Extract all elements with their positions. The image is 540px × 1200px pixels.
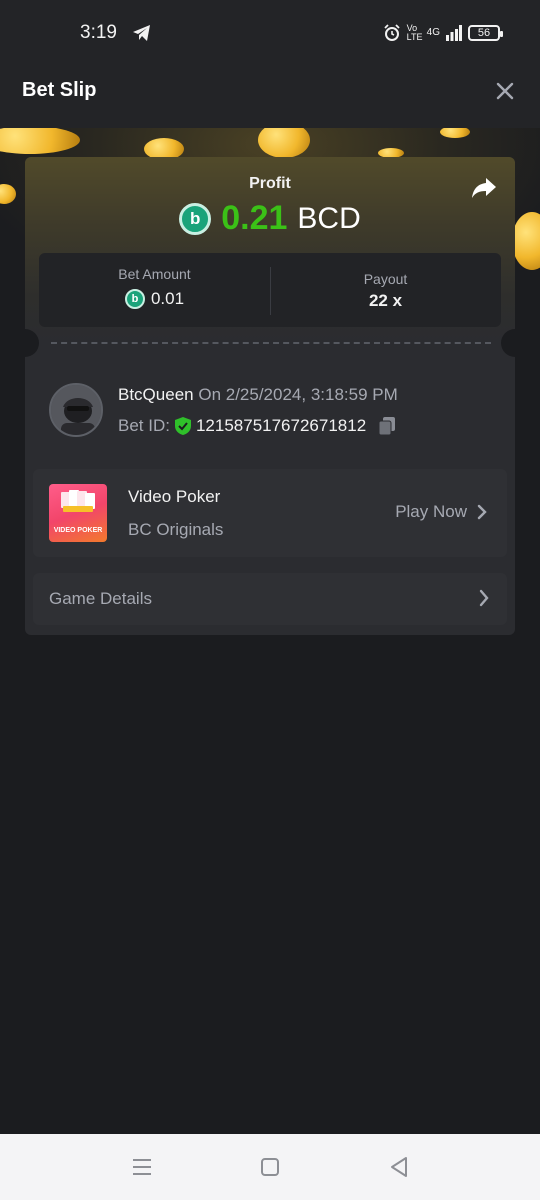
thumb-text: VIDEO POKER bbox=[53, 527, 103, 534]
status-bar: 3:19 Vo LTE 4G 56 bbox=[0, 0, 540, 54]
profit-value: 0.21 bbox=[221, 199, 288, 237]
status-icons: Vo LTE 4G 56 bbox=[383, 23, 503, 42]
username[interactable]: BtcQueen bbox=[118, 385, 194, 404]
coin-decoration bbox=[0, 128, 80, 154]
battery-level: 56 bbox=[477, 27, 491, 39]
game-details-row[interactable]: Game Details bbox=[33, 573, 507, 625]
bet-id-value: 121587517672671812 bbox=[195, 416, 367, 435]
copy-icon[interactable] bbox=[378, 416, 396, 436]
bet-amount-value: 0.01 bbox=[150, 289, 185, 308]
bet-amount-label: Bet Amount bbox=[118, 266, 191, 282]
system-nav-bar bbox=[0, 1134, 540, 1200]
verified-shield-icon bbox=[174, 417, 191, 435]
alarm-icon bbox=[384, 24, 400, 41]
bcd-coin-icon: b bbox=[124, 289, 145, 309]
bet-info: BtcQueen On 2/25/2024, 3:18:59 PM Bet ID… bbox=[49, 383, 499, 439]
bcd-coin-icon: b bbox=[179, 202, 212, 235]
payout-stat: Payout 22 x bbox=[270, 253, 501, 327]
coin-decoration bbox=[512, 212, 540, 270]
user-line: BtcQueen On 2/25/2024, 3:18:59 PM bbox=[118, 385, 398, 405]
cards-graphic bbox=[61, 490, 95, 512]
game-provider: BC Originals bbox=[128, 520, 224, 539]
bet-id-label: Bet ID: bbox=[118, 416, 170, 435]
volte-icon: Vo LTE bbox=[406, 23, 423, 42]
network-label: 4G bbox=[426, 27, 440, 38]
header: Bet Slip bbox=[0, 54, 540, 128]
payout-value: 22 x bbox=[368, 291, 403, 310]
game-name: Video Poker bbox=[128, 487, 221, 506]
avatar-image bbox=[51, 385, 101, 435]
stats-box: Bet Amount b 0.01 Payout 22 x bbox=[39, 253, 501, 327]
coin-decoration bbox=[258, 128, 310, 158]
game-row[interactable]: VIDEO POKER Video Poker BC Originals Pla… bbox=[33, 469, 507, 557]
battery-icon: 56 bbox=[468, 25, 503, 41]
bet-id-line: Bet ID: 121587517672671812 bbox=[118, 416, 396, 436]
telegram-icon bbox=[133, 25, 150, 41]
avatar[interactable] bbox=[49, 383, 103, 437]
bet-amount-stat: Bet Amount b 0.01 bbox=[39, 253, 270, 327]
back-icon[interactable] bbox=[386, 1154, 412, 1180]
signal-icon bbox=[446, 25, 462, 41]
bet-date: On 2/25/2024, 3:18:59 PM bbox=[198, 385, 398, 404]
chevron-right-icon bbox=[477, 504, 487, 520]
video-poker-thumbnail: VIDEO POKER bbox=[49, 484, 107, 542]
play-now-button[interactable]: Play Now bbox=[395, 502, 487, 522]
profit-currency: BCD bbox=[297, 201, 361, 235]
chevron-right-icon bbox=[479, 589, 489, 607]
coin-decoration bbox=[0, 184, 16, 204]
home-icon[interactable] bbox=[257, 1154, 283, 1180]
bet-amount-row: b 0.01 bbox=[39, 289, 270, 309]
payout-label: Payout bbox=[363, 271, 408, 287]
bet-card: Profit b 0.21 BCD Bet Amount b 0.01 Payo… bbox=[25, 157, 515, 635]
ticket-divider bbox=[51, 342, 491, 344]
profit-row: b 0.21 BCD bbox=[25, 199, 515, 238]
share-icon[interactable] bbox=[471, 177, 497, 199]
close-icon[interactable] bbox=[494, 80, 516, 102]
game-details-label: Game Details bbox=[49, 589, 152, 608]
page-title: Bet Slip bbox=[22, 79, 97, 101]
menu-icon[interactable] bbox=[129, 1154, 155, 1180]
coin-decoration bbox=[440, 128, 470, 138]
play-now-label: Play Now bbox=[395, 502, 467, 521]
status-time: 3:19 bbox=[80, 22, 117, 43]
payout-row: 22 x bbox=[270, 291, 501, 311]
profit-section: Profit b 0.21 BCD Bet Amount b 0.01 Payo… bbox=[25, 157, 515, 343]
profit-label: Profit bbox=[249, 175, 291, 192]
